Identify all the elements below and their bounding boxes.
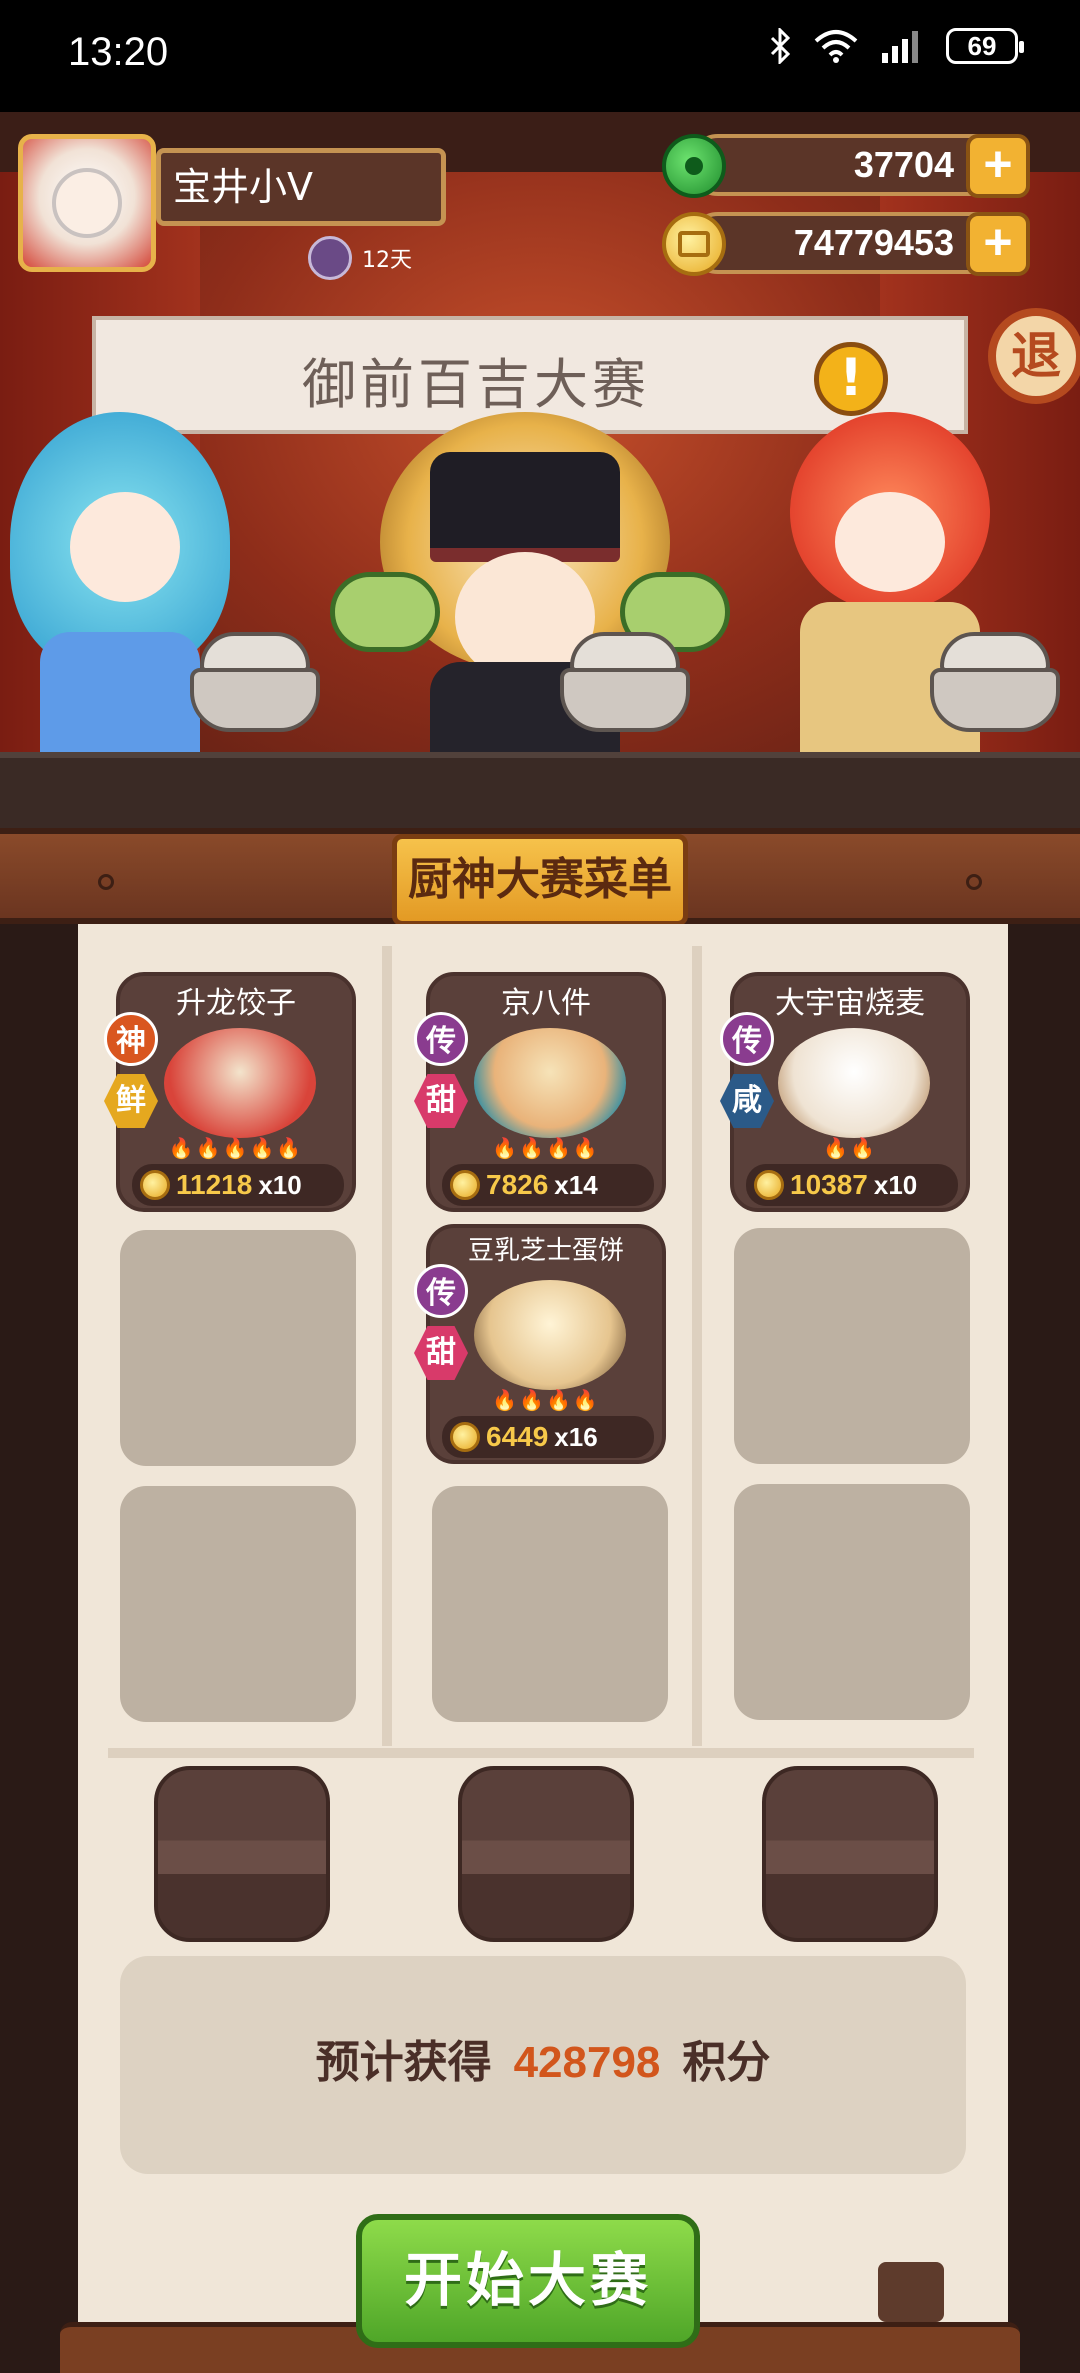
battery-indicator: 69 — [946, 28, 1024, 64]
brush-holder-decoration — [878, 2262, 944, 2322]
dish-quantity: x16 — [554, 1421, 598, 1452]
dish-name: 京八件 — [501, 986, 591, 1021]
cooking-pot-right — [930, 632, 1060, 742]
login-days: 12天 — [308, 236, 412, 280]
price-value: 6449 — [486, 1421, 549, 1452]
dish-name: 豆乳芝士蛋饼 — [467, 1236, 624, 1266]
flame-rating: 🔥🔥 — [823, 1136, 877, 1160]
dish-quantity: x10 — [258, 1169, 302, 1200]
selected-dish-slot[interactable] — [762, 1766, 938, 1942]
start-contest-button[interactable]: 开始大赛 — [356, 2214, 700, 2348]
exit-button[interactable]: 退 — [988, 308, 1080, 404]
system-icons: 69 — [770, 28, 1024, 64]
dish-quantity: x14 — [554, 1169, 598, 1200]
days-icon — [308, 236, 352, 280]
player-avatar[interactable] — [18, 134, 156, 272]
row-divider — [108, 1748, 974, 1758]
wifi-icon — [814, 30, 858, 63]
stage-scene: 御前百吉大赛 ! 宝井小V 12天 37704 + 74779453 + 退 — [0, 112, 1080, 832]
cooking-pot-center — [560, 632, 690, 742]
player-name: 宝井小V — [156, 148, 446, 226]
coin-icon — [140, 1170, 170, 1200]
clock: 13:20 — [68, 30, 169, 74]
jade-amount: 37704 — [853, 144, 954, 185]
dish-image — [778, 1028, 930, 1138]
coin-icon — [450, 1422, 480, 1452]
grade-badge: 传 — [720, 1012, 774, 1066]
column-divider — [382, 946, 392, 1746]
grade-badge: 传 — [414, 1012, 468, 1066]
cooking-pot-left — [190, 632, 320, 742]
selected-dish-slot[interactable] — [458, 1766, 634, 1942]
days-label: 12天 — [362, 248, 412, 273]
coin-icon — [450, 1170, 480, 1200]
empty-dish-slot[interactable] — [120, 1230, 356, 1466]
column-divider — [692, 946, 702, 1746]
bluetooth-icon — [770, 28, 791, 64]
jade-counter: 37704 + — [662, 134, 1030, 198]
grade-badge: 神 — [104, 1012, 158, 1066]
rivet-left — [98, 874, 114, 890]
event-info-icon[interactable]: ! — [814, 342, 888, 416]
price-value: 7826 — [486, 1169, 549, 1200]
stage-floor — [0, 752, 1080, 832]
side-panel-right — [1008, 924, 1080, 2373]
flame-rating: 🔥🔥🔥🔥 — [492, 1388, 600, 1412]
dish-price: 7826 x14 — [442, 1164, 654, 1206]
price-value: 10387 — [790, 1169, 868, 1200]
add-jade-button[interactable]: + — [966, 134, 1030, 198]
jade-icon — [662, 134, 726, 198]
empty-dish-slot[interactable] — [734, 1484, 970, 1720]
flame-rating: 🔥🔥🔥🔥🔥 — [168, 1136, 304, 1160]
score-suffix: 积分 — [682, 2037, 771, 2088]
menu-title: 厨神大赛菜单 — [392, 834, 688, 926]
add-coin-button[interactable]: + — [966, 212, 1030, 276]
dish-name: 大宇宙烧麦 — [775, 986, 925, 1021]
coin-amount: 74779453 — [793, 222, 954, 263]
status-bar: 13:20 69 — [0, 0, 1080, 112]
score-prefix: 预计获得 — [315, 2037, 492, 2088]
empty-dish-slot[interactable] — [120, 1486, 356, 1722]
dish-name: 升龙饺子 — [176, 986, 296, 1021]
side-panel-left — [0, 924, 78, 2373]
empty-dish-slot[interactable] — [734, 1228, 970, 1464]
dish-price: 6449 x16 — [442, 1416, 654, 1458]
rivet-right — [966, 874, 982, 890]
signal-icon — [882, 31, 918, 63]
score-estimate: 预计获得 428798 积分 — [120, 2026, 966, 2090]
dish-price: 10387 x10 — [746, 1164, 958, 1206]
dish-image — [474, 1028, 626, 1138]
score-value: 428798 — [513, 2038, 661, 2087]
dish-image — [164, 1028, 316, 1138]
grade-badge: 传 — [414, 1264, 468, 1318]
coin-counter: 74779453 + — [662, 212, 1030, 276]
dish-quantity: x10 — [873, 1169, 918, 1200]
flame-rating: 🔥🔥🔥🔥 — [492, 1136, 600, 1160]
dish-price: 11218 x10 — [132, 1164, 344, 1206]
empty-dish-slot[interactable] — [432, 1486, 668, 1722]
dish-image — [474, 1280, 626, 1390]
coin-icon — [754, 1170, 784, 1200]
cloud-decoration-left — [330, 572, 440, 652]
price-value: 11218 — [176, 1169, 253, 1200]
coin-icon — [662, 212, 726, 276]
score-estimate-panel: 预计获得 428798 积分 — [120, 1956, 966, 2174]
selected-dish-slot[interactable] — [154, 1766, 330, 1942]
